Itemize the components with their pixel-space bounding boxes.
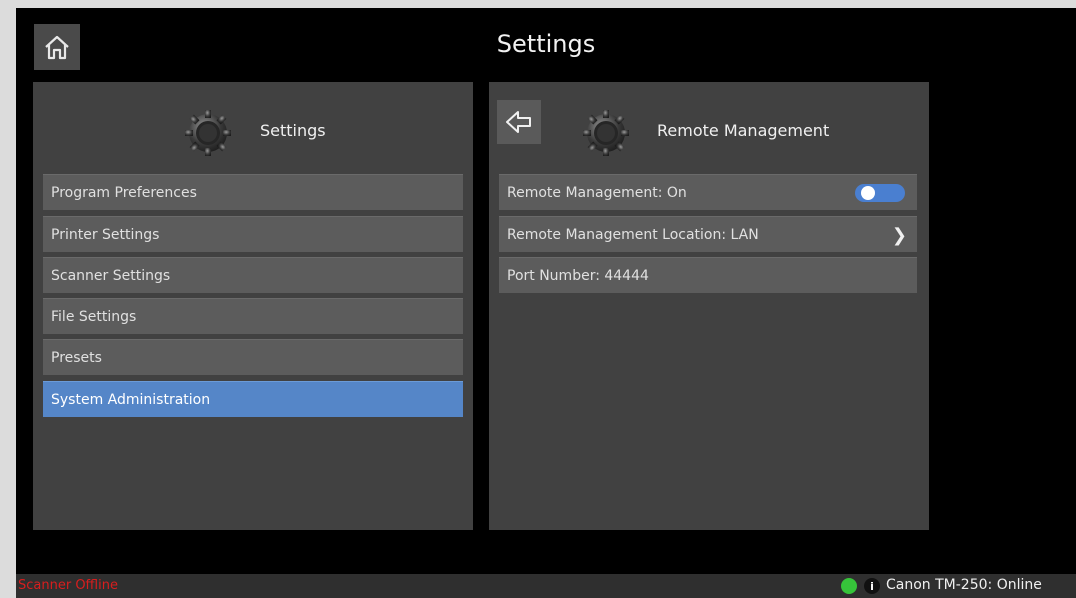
- panel-header: Remote Management: [489, 104, 929, 160]
- port-number-label: Port Number: 44444: [507, 267, 649, 284]
- page-title: Settings: [496, 30, 596, 58]
- gear-icon: [583, 110, 629, 156]
- toggle-knob: [861, 186, 875, 200]
- status-bar: Scanner Offline i Canon TM-250: Online: [16, 574, 1076, 598]
- remote-management-panel: Remote Management Remote Management: On …: [489, 82, 929, 530]
- menu-item-system-administration[interactable]: System Administration: [43, 381, 463, 417]
- remote-management-location-label: Remote Management Location: LAN: [507, 226, 759, 243]
- remote-management-toggle[interactable]: [855, 184, 905, 202]
- panel-title: Settings: [260, 121, 326, 140]
- menu-item-file-settings[interactable]: File Settings: [43, 298, 463, 334]
- scanner-status: Scanner Offline: [18, 578, 118, 593]
- remote-management-label: Remote Management: On: [507, 184, 687, 201]
- settings-app: Settings Settings Program Preferences Pr…: [16, 8, 1076, 598]
- remote-management-location-row[interactable]: Remote Management Location: LAN ❯: [499, 216, 917, 252]
- printer-status: Canon TM-250: Online: [886, 577, 1042, 593]
- menu-item-program-preferences[interactable]: Program Preferences: [43, 174, 463, 210]
- port-number-row[interactable]: Port Number: 44444: [499, 257, 917, 293]
- remote-management-toggle-row[interactable]: Remote Management: On: [499, 174, 917, 210]
- info-icon[interactable]: i: [864, 578, 880, 594]
- settings-category-panel: Settings Program Preferences Printer Set…: [33, 82, 473, 530]
- menu-item-presets[interactable]: Presets: [43, 339, 463, 375]
- gear-icon: [185, 110, 231, 156]
- menu-item-scanner-settings[interactable]: Scanner Settings: [43, 257, 463, 293]
- menu-item-printer-settings[interactable]: Printer Settings: [43, 216, 463, 252]
- online-status-dot-icon: [841, 578, 857, 594]
- panel-title: Remote Management: [657, 121, 830, 140]
- chevron-right-icon: ❯: [891, 225, 907, 246]
- panel-header: Settings: [33, 104, 473, 160]
